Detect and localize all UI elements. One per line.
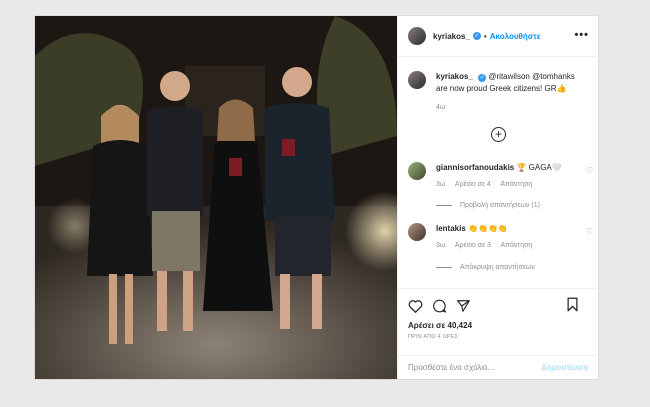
- post-header: kyriakos_ ✓ • Ακολουθήστε •••: [398, 16, 599, 57]
- caption-avatar[interactable]: [408, 71, 426, 89]
- comment-meta: 3ω Αρέσει σε 4 Απάντηση: [436, 179, 562, 191]
- verified-badge-icon: ✓: [472, 32, 481, 40]
- comment-meta: 3ω Αρέσει σε 3 Απάντηση: [436, 240, 540, 252]
- header-username[interactable]: kyriakos_: [433, 32, 470, 41]
- comment-likes[interactable]: Αρέσει σε 4: [455, 181, 491, 188]
- view-replies-button[interactable]: Προβολή απαντήσεων (1): [436, 202, 540, 209]
- share-icon[interactable]: [456, 299, 471, 313]
- comment-avatar[interactable]: [408, 162, 426, 180]
- post-side-panel: kyriakos_ ✓ • Ακολουθήστε ••• kyriakos_ …: [397, 16, 599, 379]
- comment-reply-button[interactable]: Απάντηση: [500, 242, 532, 249]
- post-comment-button[interactable]: Δημοσίευση: [541, 363, 588, 372]
- comment-text-block: lentakis 👏👏👏👏 3ω Αρέσει σε 3 Απάντηση: [436, 223, 540, 252]
- more-options-icon[interactable]: •••: [574, 29, 589, 41]
- comment-text: 🏆 GAGA🤍: [516, 163, 562, 172]
- replies-line: [436, 267, 452, 268]
- action-icons: [408, 297, 588, 315]
- post-photo-image: [35, 16, 397, 379]
- likes-count[interactable]: Αρέσει σε 40,424: [408, 321, 588, 330]
- add-icon[interactable]: +: [491, 127, 506, 142]
- comment-username[interactable]: giannisorfanoudakis: [436, 163, 514, 172]
- post-photo[interactable]: [35, 16, 397, 379]
- comment-text-block: giannisorfanoudakis 🏆 GAGA🤍 3ω Αρέσει σε…: [436, 162, 562, 191]
- comment-item: giannisorfanoudakis 🏆 GAGA🤍 3ω Αρέσει σε…: [408, 162, 593, 191]
- separator-dot: •: [483, 31, 487, 41]
- caption: kyriakos_ ✓ @ritawilson @tomhanks are no…: [398, 57, 599, 114]
- hide-replies-button[interactable]: Απόκρυψη απαντήσεων: [436, 264, 535, 271]
- replies-line: [436, 205, 452, 206]
- comment-username[interactable]: lentakis: [436, 224, 466, 233]
- comment-icon[interactable]: [432, 299, 447, 313]
- caption-text: are now proud Greek citizens! GR👍: [436, 84, 567, 93]
- caption-username[interactable]: kyriakos_: [436, 72, 473, 81]
- follow-button[interactable]: Ακολουθήστε: [490, 32, 541, 41]
- caption-text-block: kyriakos_ ✓ @ritawilson @tomhanks are no…: [436, 71, 575, 114]
- comment-heart-icon[interactable]: ♡: [586, 166, 593, 175]
- caption-time: 4ω: [436, 104, 446, 111]
- comment-time: 3ω: [436, 181, 446, 188]
- comment-text: 👏👏👏👏: [468, 224, 508, 233]
- post-time: ΠΡΙΝ ΑΠΟ 4 ΩΡΕΣ: [408, 334, 459, 340]
- verified-badge-icon: ✓: [478, 74, 487, 82]
- view-replies-label[interactable]: Προβολή απαντήσεων (1): [460, 202, 540, 209]
- caption-mentions[interactable]: @ritawilson @tomhanks: [488, 72, 575, 81]
- avatar[interactable]: [408, 27, 426, 45]
- comment-likes[interactable]: Αρέσει σε 3: [455, 242, 491, 249]
- bookmark-icon[interactable]: [566, 297, 579, 312]
- add-comment-bar: Προσθέστε ένα σχόλιο... Δημοσίευση: [398, 355, 598, 379]
- comment-input[interactable]: Προσθέστε ένα σχόλιο...: [408, 363, 541, 372]
- comment-time: 3ω: [436, 242, 446, 249]
- instagram-post-card: kyriakos_ ✓ • Ακολουθήστε ••• kyriakos_ …: [34, 15, 599, 380]
- heart-icon[interactable]: [408, 299, 423, 313]
- comment-avatar[interactable]: [408, 223, 426, 241]
- comment-reply-button[interactable]: Απάντηση: [500, 181, 532, 188]
- post-actions: Αρέσει σε 40,424 ΠΡΙΝ ΑΠΟ 4 ΩΡΕΣ: [398, 288, 598, 340]
- hide-replies-label[interactable]: Απόκρυψη απαντήσεων: [460, 264, 535, 271]
- comment-heart-icon[interactable]: ♡: [586, 227, 593, 236]
- comment-item: lentakis 👏👏👏👏 3ω Αρέσει σε 3 Απάντηση ♡: [408, 223, 593, 252]
